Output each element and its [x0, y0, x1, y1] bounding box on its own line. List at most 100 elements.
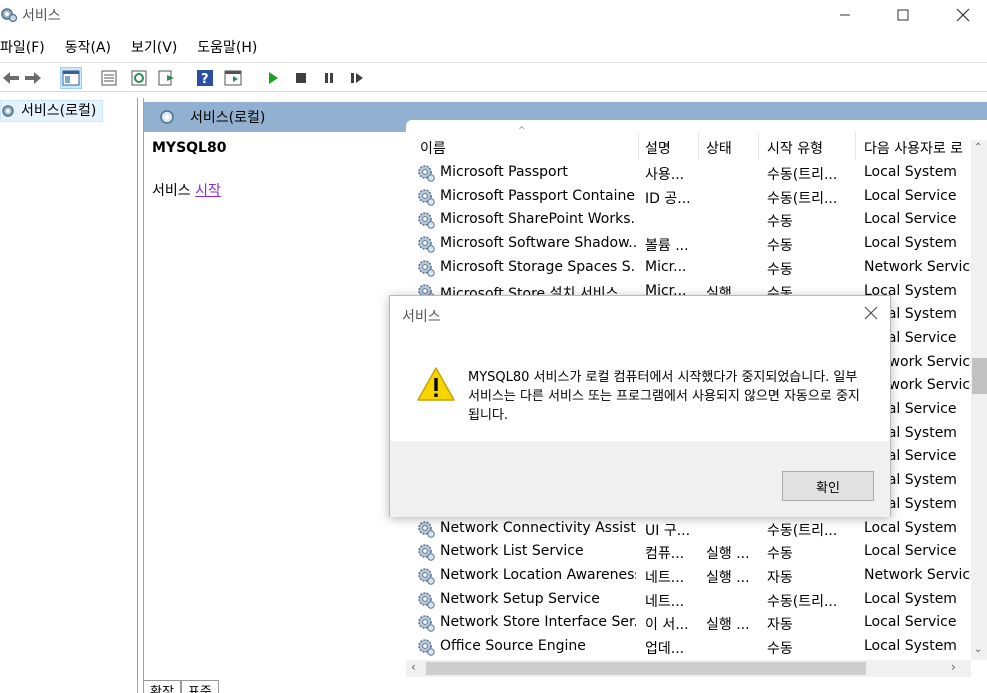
show-pane-button[interactable]	[222, 67, 244, 89]
column-header-name[interactable]: 이름	[420, 138, 446, 158]
column-header-status[interactable]: 상태	[706, 138, 732, 158]
service-name: Microsoft Passport	[440, 164, 568, 180]
start-service-icon	[269, 72, 278, 84]
horizontal-scrollbar[interactable]: ‹ ›	[406, 660, 971, 677]
scroll-down-icon[interactable]: ⌄	[974, 644, 982, 655]
window-title: 서비스	[22, 8, 61, 24]
menu-view[interactable]: 보기(V)	[131, 36, 187, 60]
table-row[interactable]: Network Location Awareness 네트... 실행 ... 자동 N…	[406, 564, 974, 588]
forward-arrow-icon	[25, 72, 41, 84]
service-log-on-as: Local Service	[864, 614, 957, 631]
service-startup-type: 자동	[767, 617, 793, 634]
dialog-title: 서비스	[402, 309, 441, 325]
service-startup-type: 수동	[767, 261, 793, 278]
table-row[interactable]: Network Store Interface Ser... 이 서... 실행 .…	[406, 611, 971, 635]
properties-button[interactable]	[98, 67, 120, 89]
table-row[interactable]: Network Setup Service 네트... 수동(트리... Local …	[406, 588, 971, 612]
table-row[interactable]: Office Source Engine 업데... 수동 Local System	[406, 635, 971, 659]
start-service-button[interactable]	[262, 67, 284, 89]
service-log-on-as: Network Service	[864, 258, 974, 275]
service-startup-type: 수동(트리...	[767, 190, 838, 207]
column-divider[interactable]	[855, 132, 856, 160]
service-log-on-as: Local System	[864, 164, 957, 180]
scroll-thumb[interactable]	[972, 358, 987, 394]
table-row[interactable]: Microsoft Passport Container ID 공... 수동(트리…	[406, 185, 971, 209]
stop-service-button[interactable]	[290, 67, 312, 89]
stop-service-icon	[296, 73, 306, 83]
service-startup-type: 수동	[767, 641, 793, 657]
maximize-icon	[897, 9, 909, 21]
ok-button[interactable]: 확인	[782, 471, 874, 501]
toolbar: ?	[0, 62, 987, 92]
service-description: Micr...	[645, 258, 687, 275]
dialog-footer: 확인	[390, 441, 890, 517]
forward-button[interactable]	[22, 67, 44, 89]
scroll-thumb[interactable]	[426, 662, 866, 675]
column-header-description[interactable]: 설명	[645, 138, 671, 158]
service-log-on-as: Local Service	[864, 211, 957, 228]
close-button[interactable]	[940, 0, 986, 30]
resume-service-button[interactable]	[346, 67, 368, 89]
column-divider[interactable]	[698, 132, 699, 160]
refresh-button[interactable]	[128, 67, 150, 89]
tree-node-services-local[interactable]: 서비스(로컬)	[0, 100, 104, 122]
vertical-scrollbar[interactable]: ⌃ ⌄	[971, 140, 987, 660]
column-divider[interactable]	[638, 132, 639, 160]
tree-node-label: 서비스(로컬)	[21, 103, 97, 119]
service-gear-icon	[418, 568, 435, 585]
service-log-on-as: Local System	[864, 638, 957, 654]
menu-action[interactable]: 동작(A)	[65, 36, 121, 60]
column-header-startup-type[interactable]: 시작 유형	[767, 138, 823, 158]
service-gear-icon	[418, 639, 435, 656]
export-list-button[interactable]	[156, 67, 178, 89]
svg-text:?: ?	[201, 72, 209, 87]
show-pane-icon	[224, 70, 242, 86]
console-tree-icon	[62, 70, 80, 86]
service-startup-type: 수동	[767, 546, 793, 563]
service-gear-icon	[418, 615, 435, 632]
pane-title: 서비스(로컬)	[190, 110, 266, 126]
service-name: Network List Service	[440, 543, 584, 560]
help-button[interactable]: ?	[194, 67, 216, 89]
maximize-button[interactable]	[880, 0, 926, 30]
service-name: Microsoft SharePoint Works...	[440, 211, 636, 228]
service-description: 네트...	[645, 569, 685, 586]
help-icon: ?	[197, 70, 213, 87]
service-log-on-as: Local System	[864, 590, 957, 607]
service-startup-type: 자동	[767, 569, 793, 586]
service-startup-type: 수동	[767, 238, 793, 255]
minimize-button[interactable]	[822, 0, 868, 30]
table-row[interactable]: Network Connectivity Assist... UI 구... 수동(…	[406, 517, 971, 541]
service-startup-type: 수동(트리...	[767, 167, 838, 183]
properties-icon	[101, 70, 117, 86]
table-row[interactable]: Microsoft SharePoint Works... 수동 Local Ser…	[406, 208, 971, 232]
service-description: 네트...	[645, 593, 685, 610]
start-service-link[interactable]: 시작	[195, 183, 221, 199]
service-log-on-as: Local System	[864, 519, 957, 536]
column-divider[interactable]	[758, 132, 759, 160]
service-description: UI 구...	[645, 522, 691, 539]
tab-standard[interactable]: 표준	[180, 680, 219, 693]
service-description: 볼륨 ...	[645, 238, 689, 255]
service-gear-icon	[418, 544, 435, 561]
table-row[interactable]: Microsoft Storage Spaces S... Micr... 수동 Ne…	[406, 256, 974, 280]
scroll-up-icon[interactable]: ⌃	[974, 142, 982, 153]
scroll-right-icon[interactable]: ›	[951, 660, 956, 674]
column-header-log-on-as[interactable]: 다음 사용자로 로	[864, 138, 963, 158]
menu-help[interactable]: 도움말(H)	[197, 36, 267, 60]
title-bar: 서비스	[0, 0, 987, 32]
table-row[interactable]: Network List Service 컴퓨... 실행 ... 수동 Local S…	[406, 540, 971, 564]
tab-extended[interactable]: 확장	[143, 680, 181, 693]
export-list-icon	[158, 70, 174, 86]
console-tree-button[interactable]	[60, 67, 82, 89]
menu-file[interactable]: 파일(F)	[0, 36, 55, 60]
close-icon[interactable]	[864, 306, 878, 320]
service-name: Network Connectivity Assist...	[440, 519, 636, 536]
table-row[interactable]: Microsoft Software Shadow... 볼륨 ... 수동 Loca…	[406, 232, 971, 256]
table-row[interactable]: Microsoft Passport 사용... 수동(트리... Local Sys…	[406, 161, 971, 185]
pause-service-button[interactable]	[318, 67, 340, 89]
back-button[interactable]	[0, 67, 22, 89]
scroll-left-icon[interactable]: ‹	[411, 660, 416, 674]
description-panel: MYSQL80 서비스 시작	[144, 132, 399, 662]
service-log-on-as: Local Service	[864, 187, 957, 204]
